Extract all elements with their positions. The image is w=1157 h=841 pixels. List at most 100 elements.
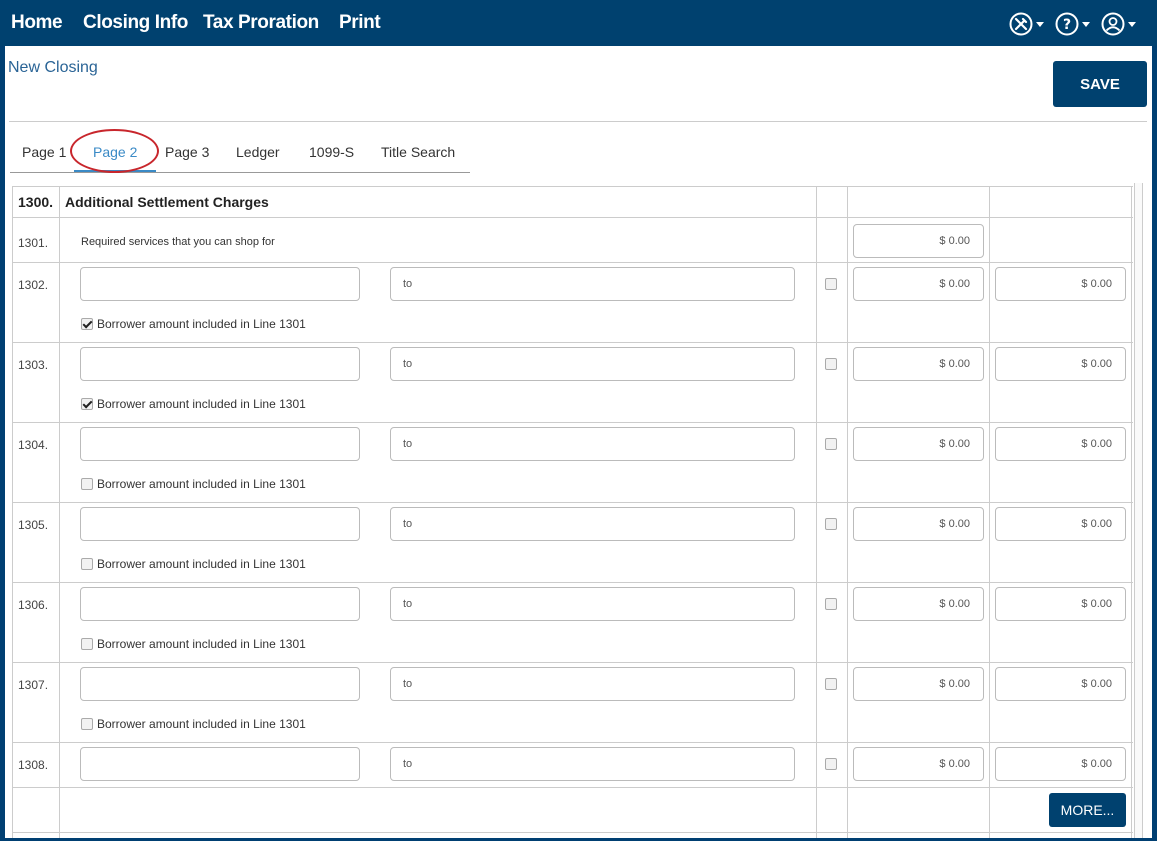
column-divider — [989, 186, 990, 838]
borrower-amount-input[interactable] — [853, 347, 984, 381]
nav-home[interactable]: Home — [11, 10, 63, 36]
help-menu[interactable]: ? — [1055, 10, 1090, 38]
nav-print[interactable]: Print — [339, 10, 381, 36]
borrower-included-label: Borrower amount included in Line 1301 — [97, 637, 306, 651]
row-divider — [13, 342, 1133, 343]
charge-name-input[interactable] — [80, 747, 360, 781]
line-number: 1302. — [18, 278, 49, 292]
main-content: New Closing SAVE Page 1 Page 2 Page 3 Le… — [5, 46, 1152, 838]
more-button[interactable]: MORE... — [1049, 793, 1126, 827]
borrower-included-checkbox[interactable] — [81, 398, 93, 410]
tab-ledger[interactable]: Ledger — [236, 144, 280, 160]
row-divider — [13, 832, 1133, 833]
line-number: 1303. — [18, 358, 49, 372]
row-divider — [13, 186, 1133, 187]
line-number: 1308. — [18, 758, 49, 772]
page-title: New Closing — [8, 59, 98, 76]
tools-menu[interactable] — [1009, 10, 1044, 38]
row-divider — [13, 662, 1133, 663]
paid-to-input[interactable] — [390, 747, 795, 781]
chevron-down-icon — [1036, 21, 1044, 27]
poc-checkbox[interactable] — [825, 598, 837, 610]
section-title: Additional Settlement Charges — [65, 194, 269, 210]
divider — [9, 121, 1147, 122]
paid-to-input[interactable] — [390, 427, 795, 461]
paid-to-input[interactable] — [390, 267, 795, 301]
chevron-down-icon — [1128, 21, 1136, 27]
line-number: 1306. — [18, 598, 49, 612]
chevron-down-icon — [1082, 21, 1090, 27]
seller-amount-input[interactable] — [995, 427, 1126, 461]
column-divider — [816, 186, 817, 838]
column-divider — [59, 186, 60, 838]
poc-checkbox[interactable] — [825, 278, 837, 290]
charge-name-input[interactable] — [80, 267, 360, 301]
seller-amount-input[interactable] — [995, 667, 1126, 701]
borrower-included-label: Borrower amount included in Line 1301 — [97, 557, 306, 571]
tab-page-1[interactable]: Page 1 — [22, 144, 66, 160]
tab-title-search[interactable]: Title Search — [381, 144, 455, 160]
poc-checkbox[interactable] — [825, 678, 837, 690]
row-divider — [13, 787, 1133, 788]
borrower-included-label: Borrower amount included in Line 1301 — [97, 717, 306, 731]
charge-name-input[interactable] — [80, 507, 360, 541]
line-number-1301: 1301. — [18, 236, 49, 250]
user-menu[interactable] — [1101, 10, 1136, 38]
seller-amount-input[interactable] — [995, 347, 1126, 381]
seller-amount-input[interactable] — [995, 507, 1126, 541]
active-tab-indicator — [74, 170, 156, 172]
borrower-included-checkbox[interactable] — [81, 478, 93, 490]
line-number: 1307. — [18, 678, 49, 692]
user-icon — [1101, 12, 1125, 36]
scrollbar[interactable] — [1134, 183, 1143, 838]
top-navigation-bar: Home Closing Info Tax Proration Print ? — [0, 0, 1157, 46]
seller-amount-input[interactable] — [995, 267, 1126, 301]
row-divider — [13, 502, 1133, 503]
row-divider — [13, 262, 1133, 263]
column-divider — [1131, 186, 1132, 838]
seller-amount-input[interactable] — [995, 587, 1126, 621]
borrower-amount-input[interactable] — [853, 427, 984, 461]
borrower-amount-input[interactable] — [853, 587, 984, 621]
borrower-included-checkbox[interactable] — [81, 558, 93, 570]
borrower-included-checkbox[interactable] — [81, 718, 93, 730]
borrower-included-label: Borrower amount included in Line 1301 — [97, 397, 306, 411]
poc-checkbox[interactable] — [825, 758, 837, 770]
line-number: 1305. — [18, 518, 49, 532]
charge-name-input[interactable] — [80, 587, 360, 621]
charge-name-input[interactable] — [80, 427, 360, 461]
paid-to-input[interactable] — [390, 667, 795, 701]
tab-page-3[interactable]: Page 3 — [165, 144, 209, 160]
charge-name-input[interactable] — [80, 347, 360, 381]
borrower-amount-input[interactable] — [853, 667, 984, 701]
borrower-included-checkbox[interactable] — [81, 318, 93, 330]
section-number: 1300. — [18, 194, 54, 210]
borrower-included-label: Borrower amount included in Line 1301 — [97, 317, 306, 331]
poc-checkbox[interactable] — [825, 518, 837, 530]
row-divider — [13, 582, 1133, 583]
svg-text:?: ? — [1063, 17, 1071, 33]
seller-amount-input[interactable] — [995, 747, 1126, 781]
row-divider — [13, 217, 1133, 218]
help-icon: ? — [1055, 12, 1079, 36]
borrower-included-label: Borrower amount included in Line 1301 — [97, 477, 306, 491]
paid-to-input[interactable] — [390, 587, 795, 621]
borrower-included-checkbox[interactable] — [81, 638, 93, 650]
paid-to-input[interactable] — [390, 507, 795, 541]
nav-tax-proration[interactable]: Tax Proration — [203, 10, 319, 36]
tab-page-2[interactable]: Page 2 — [93, 144, 137, 160]
tab-bar: Page 1 Page 2 Page 3 Ledger 1099-S Title… — [10, 141, 470, 173]
line-1301-amount-input[interactable] — [853, 224, 984, 258]
tab-1099s[interactable]: 1099-S — [309, 144, 354, 160]
charge-name-input[interactable] — [80, 667, 360, 701]
poc-checkbox[interactable] — [825, 438, 837, 450]
nav-closing-info[interactable]: Closing Info — [83, 10, 188, 36]
line-1301-description: Required services that you can shop for — [81, 236, 275, 248]
paid-to-input[interactable] — [390, 347, 795, 381]
borrower-amount-input[interactable] — [853, 507, 984, 541]
tools-icon — [1009, 12, 1033, 36]
poc-checkbox[interactable] — [825, 358, 837, 370]
borrower-amount-input[interactable] — [853, 267, 984, 301]
borrower-amount-input[interactable] — [853, 747, 984, 781]
save-button[interactable]: SAVE — [1053, 61, 1147, 107]
